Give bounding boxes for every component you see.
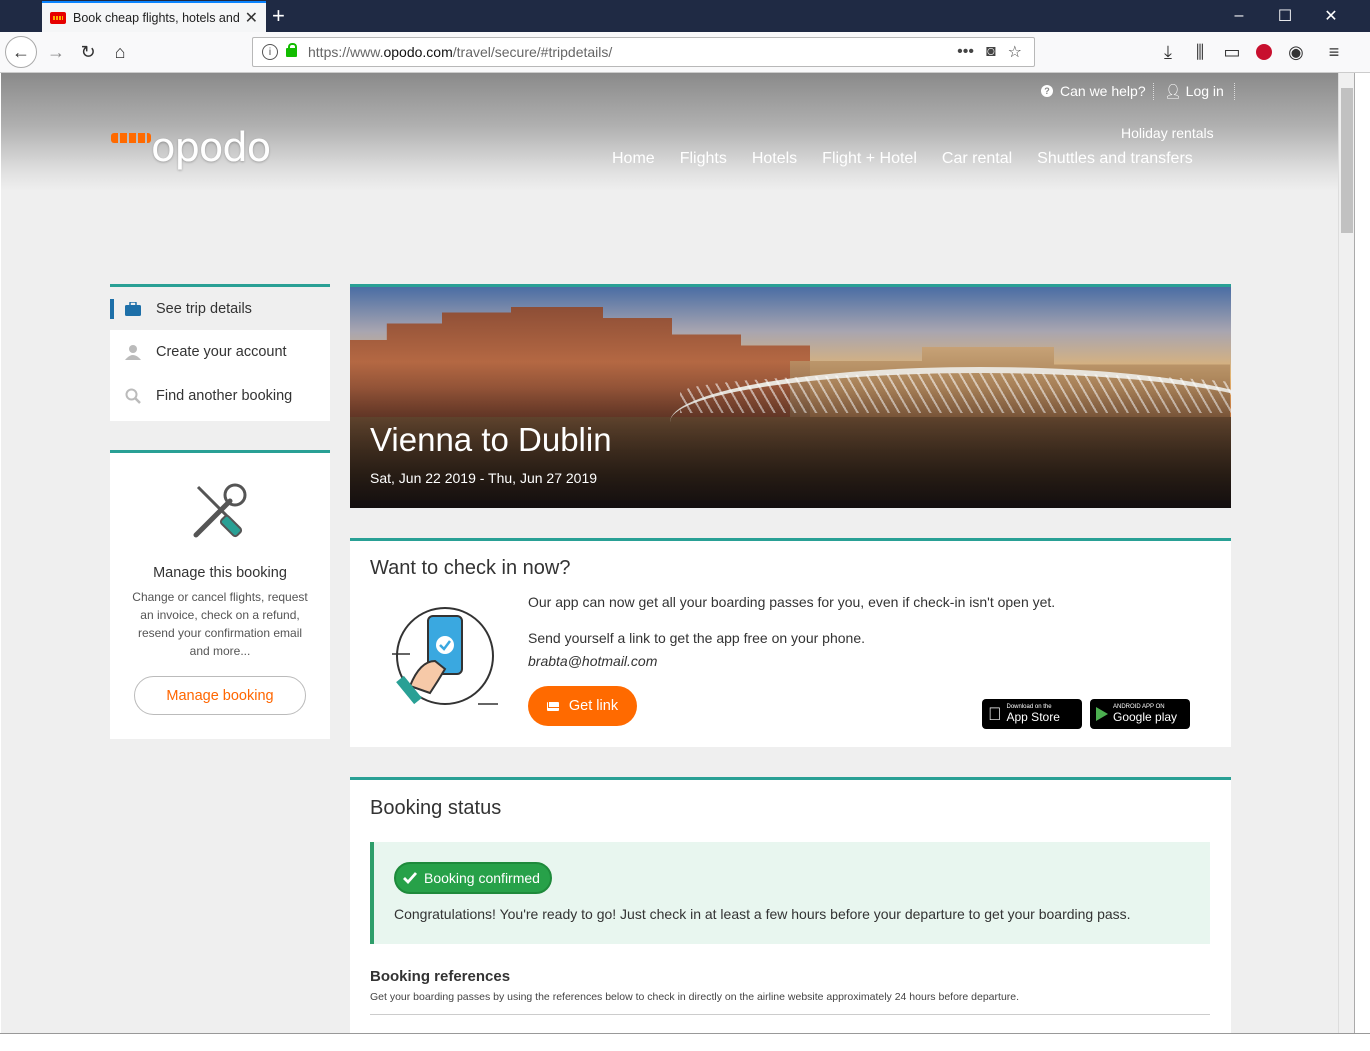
- checkin-text-1: Our app can now get all your boarding pa…: [528, 594, 1056, 610]
- account-icon[interactable]: ◉: [1280, 36, 1312, 68]
- sidebar-item-label: Find another booking: [156, 388, 293, 404]
- badge-label: Booking confirmed: [424, 870, 540, 886]
- main-nav: Home Flights Hotels Flight + Hotel Car r…: [612, 150, 1193, 168]
- nav-flight-hotel[interactable]: Flight + Hotel: [822, 150, 917, 168]
- title-bar: Book cheap flights, hotels and ✕ + – ☐ ✕: [0, 0, 1370, 32]
- menu-icon[interactable]: ≡: [1318, 36, 1350, 68]
- checkin-title: Want to check in now?: [370, 557, 571, 579]
- get-link-button[interactable]: Get link: [528, 686, 637, 726]
- sidebar-item-trip-details[interactable]: See trip details: [110, 287, 330, 330]
- page-scrollbar[interactable]: [1338, 73, 1354, 1033]
- sidebar-item-label: See trip details: [156, 300, 252, 317]
- confirmation-box: Booking confirmed Congratulations! You'r…: [370, 842, 1210, 944]
- trip-dates: Sat, Jun 22 2019 - Thu, Jun 27 2019: [370, 470, 598, 486]
- envelope-icon: [546, 701, 559, 711]
- site-header: ? Can we help? 👤︎ Log in opodo Holiday r…: [1, 73, 1338, 191]
- reload-icon[interactable]: ↻: [72, 36, 104, 68]
- booking-references-text: Get your boarding passes by using the re…: [370, 991, 1020, 1003]
- nav-hotels[interactable]: Hotels: [752, 150, 797, 168]
- checkin-text-2: Send yourself a link to get the app free…: [528, 630, 866, 646]
- url-text[interactable]: https://www.opodo.com/travel/secure/#tri…: [308, 44, 957, 60]
- sidebar-nav: See trip details Create your account Fin…: [110, 284, 330, 421]
- adblock-icon[interactable]: [1248, 36, 1280, 68]
- browser-window: Book cheap flights, hotels and ✕ + – ☐ ✕…: [0, 0, 1370, 1051]
- checkin-email: brabta@hotmail.com: [528, 653, 658, 669]
- navigation-toolbar: ← → ↻ ⌂ i https://www.opodo.com/travel/s…: [0, 32, 1370, 73]
- booking-confirmed-badge: Booking confirmed: [394, 862, 552, 894]
- library-icon[interactable]: ⫼: [1184, 36, 1216, 68]
- url-bar[interactable]: i https://www.opodo.com/travel/secure/#t…: [252, 37, 1035, 67]
- downloads-icon[interactable]: ⤓: [1152, 36, 1184, 68]
- sidebar-item-create-account[interactable]: Create your account: [110, 330, 330, 374]
- new-tab-icon[interactable]: +: [272, 3, 285, 29]
- background-window-bottom: [0, 1033, 1370, 1051]
- browser-tab[interactable]: Book cheap flights, hotels and ✕: [42, 1, 266, 32]
- holiday-rentals-link[interactable]: Holiday rentals: [1121, 125, 1214, 141]
- appstore-big-text: App Store: [993, 710, 1060, 724]
- question-icon: ?: [1041, 85, 1053, 97]
- manage-description: Change or cancel flights, request an inv…: [132, 590, 308, 658]
- minimize-icon[interactable]: –: [1216, 0, 1262, 32]
- booking-status-card: Booking status Booking confirmed Congrat…: [350, 777, 1231, 1033]
- apple-icon: : [988, 704, 1002, 725]
- background-window-edge: [1354, 73, 1370, 1051]
- url-path: /travel/secure/#tripdetails/: [452, 44, 613, 60]
- help-link[interactable]: ? Can we help?: [1041, 83, 1146, 99]
- page-actions-icon[interactable]: •••: [957, 43, 974, 61]
- tools-icon: [190, 481, 250, 546]
- lock-icon: [286, 42, 297, 57]
- search-icon: [110, 388, 156, 404]
- divider: [370, 1014, 1210, 1015]
- bookmark-star-icon[interactable]: ☆: [1008, 42, 1022, 62]
- scrollbar-thumb[interactable]: [1341, 88, 1353, 233]
- user-icon: [110, 344, 156, 360]
- login-link[interactable]: 👤︎ Log in: [1153, 83, 1235, 100]
- sidebar-toggle-icon[interactable]: ▭: [1216, 36, 1248, 68]
- trip-title: Vienna to Dublin: [370, 421, 612, 458]
- user-icon: 👤︎: [1164, 83, 1182, 99]
- get-link-label: Get link: [568, 698, 619, 714]
- sidebar-item-label: Create your account: [156, 344, 287, 360]
- manage-booking-button[interactable]: Manage booking: [134, 676, 306, 715]
- checkmark-icon: [402, 870, 418, 886]
- checkin-card: Want to check in now? Our app can now ge…: [350, 538, 1231, 747]
- url-prefix: https://www.: [308, 44, 384, 60]
- manage-booking-card: Manage this booking Change or cancel fli…: [110, 450, 330, 739]
- logo-text: opodo: [151, 125, 271, 171]
- confirmation-message: Congratulations! You're ready to go! Jus…: [394, 906, 1131, 922]
- nav-home[interactable]: Home: [612, 150, 655, 168]
- manage-title: Manage this booking: [153, 565, 287, 581]
- info-icon[interactable]: i: [262, 44, 278, 60]
- briefcase-icon: [110, 301, 156, 316]
- help-label: Can we help?: [1060, 83, 1146, 99]
- booking-references-title: Booking references: [370, 968, 511, 985]
- close-window-icon[interactable]: ✕: [1308, 0, 1354, 32]
- booking-status-title: Booking status: [370, 797, 502, 819]
- pocket-icon[interactable]: ◙: [986, 43, 996, 61]
- googleplay-big-text: Google play: [1113, 710, 1178, 724]
- web-page: ? Can we help? 👤︎ Log in opodo Holiday r…: [1, 73, 1338, 1033]
- login-label: Log in: [1185, 83, 1224, 99]
- forward-icon[interactable]: →: [40, 36, 72, 68]
- home-icon[interactable]: ⌂: [104, 36, 136, 68]
- opodo-favicon-icon: [50, 11, 66, 24]
- google-play-icon: [1096, 707, 1108, 721]
- logo-dots-icon: [111, 133, 151, 143]
- phone-app-icon: [390, 601, 500, 716]
- nav-shuttles[interactable]: Shuttles and transfers: [1037, 150, 1193, 168]
- google-play-badge[interactable]: ANDROID APP ON Google play: [1090, 699, 1190, 729]
- opodo-logo[interactable]: opodo: [111, 125, 271, 171]
- back-icon[interactable]: ←: [5, 36, 37, 68]
- sidebar-item-find-booking[interactable]: Find another booking: [110, 374, 330, 418]
- nav-car-rental[interactable]: Car rental: [942, 150, 1012, 168]
- nav-flights[interactable]: Flights: [680, 150, 727, 168]
- close-tab-icon[interactable]: ✕: [245, 8, 258, 28]
- maximize-icon[interactable]: ☐: [1262, 0, 1308, 32]
- app-store-badge[interactable]:  Download on the App Store: [982, 699, 1082, 729]
- url-domain: opodo.com: [383, 44, 453, 60]
- trip-hero-banner: Vienna to Dublin Sat, Jun 22 2019 - Thu,…: [350, 284, 1231, 508]
- tab-title: Book cheap flights, hotels and: [73, 10, 239, 25]
